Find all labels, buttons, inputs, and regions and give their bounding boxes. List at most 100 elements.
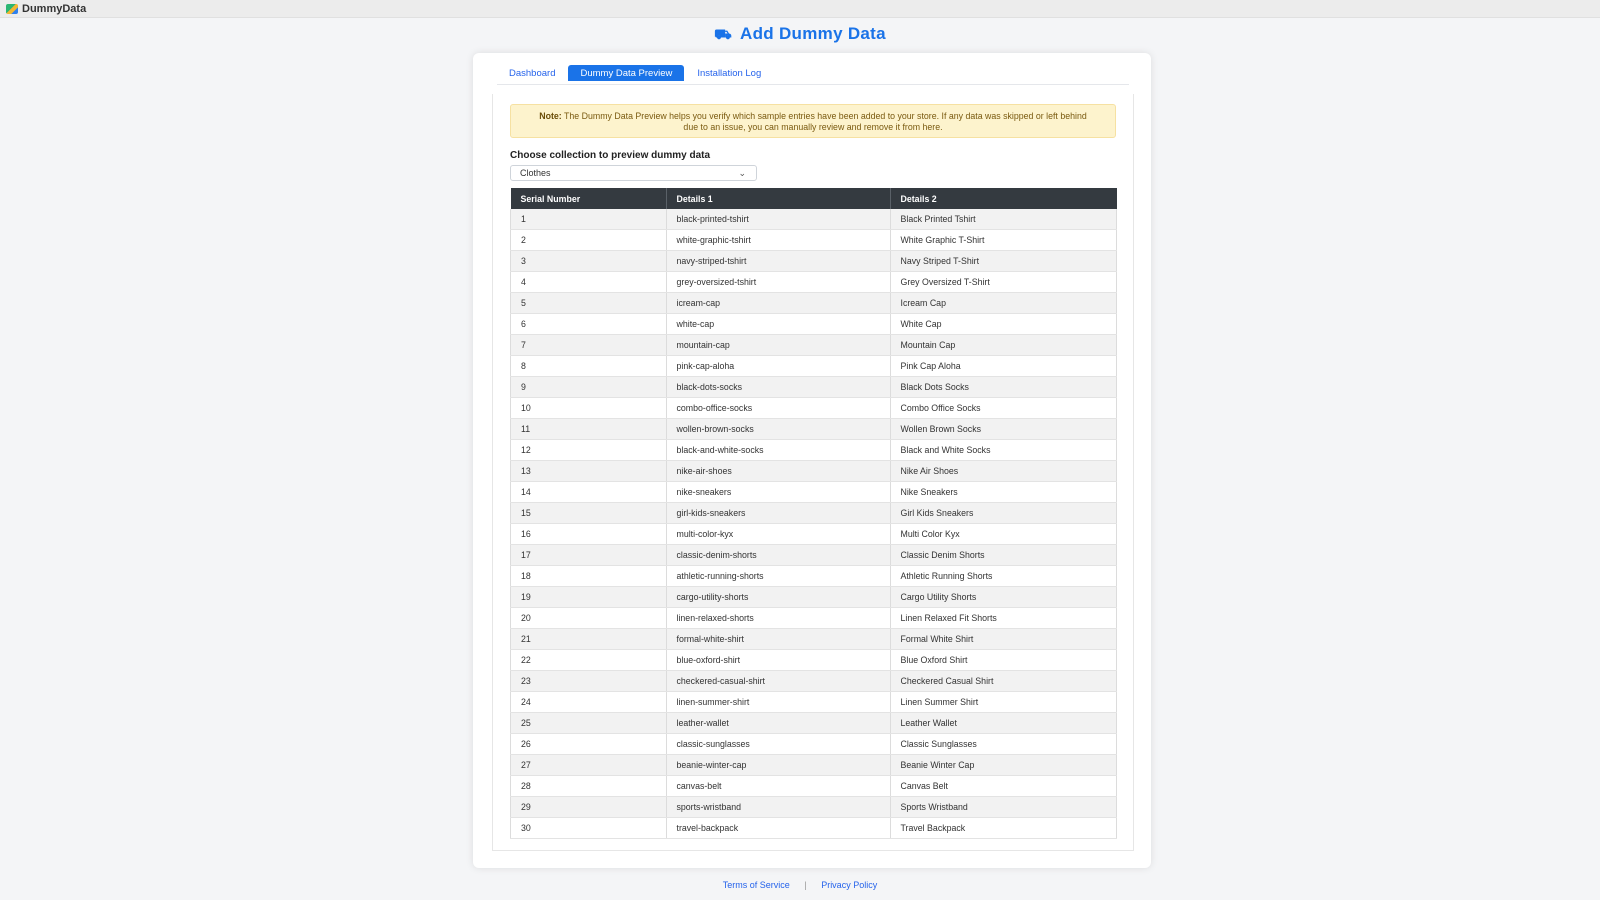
- cell-serial-number: 10: [510, 397, 667, 419]
- table-row: 10 combo-office-socks Combo Office Socks: [510, 397, 1117, 419]
- cell-details-2: Girl Kids Sneakers: [890, 502, 1117, 524]
- cell-details-2: Navy Striped T-Shirt: [890, 250, 1117, 272]
- table-row: 14 nike-sneakers Nike Sneakers: [510, 481, 1117, 503]
- cell-details-1: black-dots-socks: [666, 376, 891, 398]
- truck-icon: ⛟: [714, 26, 733, 42]
- table-row: 19 cargo-utility-shorts Cargo Utility Shor…: [510, 586, 1117, 608]
- table-row: 16 multi-color-kyx Multi Color Kyx: [510, 523, 1117, 545]
- table-row: 12 black-and-white-socks Black and White S…: [510, 439, 1117, 461]
- main-card: Dashboard Dummy Data Preview Installatio…: [473, 53, 1151, 868]
- tab-bar: Dashboard Dummy Data Preview Installatio…: [497, 65, 1129, 85]
- cell-details-1: multi-color-kyx: [666, 523, 891, 545]
- cell-details-1: wollen-brown-socks: [666, 418, 891, 440]
- column-header-details-2: Details 2: [890, 188, 1117, 209]
- table-row: 30 travel-backpack Travel Backpack: [510, 817, 1117, 839]
- cell-serial-number: 2: [510, 229, 667, 251]
- tab-installation-log[interactable]: Installation Log: [685, 65, 773, 81]
- table-row: 6 white-cap White Cap: [510, 313, 1117, 335]
- table-row: 13 nike-air-shoes Nike Air Shoes: [510, 460, 1117, 482]
- tab-dashboard[interactable]: Dashboard: [497, 65, 567, 81]
- cell-details-1: linen-summer-shirt: [666, 691, 891, 713]
- cell-details-2: White Cap: [890, 313, 1117, 335]
- table-body: 1 black-printed-tshirt Black Printed Tshir…: [510, 209, 1117, 839]
- cell-serial-number: 8: [510, 355, 667, 377]
- footer-separator: |: [804, 880, 807, 890]
- cell-serial-number: 11: [510, 418, 667, 440]
- cell-details-1: pink-cap-aloha: [666, 355, 891, 377]
- cell-details-1: mountain-cap: [666, 334, 891, 356]
- table-row: 26 classic-sunglasses Classic Sunglasses: [510, 733, 1117, 755]
- table-row: 22 blue-oxford-shirt Blue Oxford Shirt: [510, 649, 1117, 671]
- cell-details-1: sports-wristband: [666, 796, 891, 818]
- cell-details-1: white-cap: [666, 313, 891, 335]
- cell-details-2: Sports Wristband: [890, 796, 1117, 818]
- table-row: 7 mountain-cap Mountain Cap: [510, 334, 1117, 356]
- table-row: 27 beanie-winter-cap Beanie Winter Cap: [510, 754, 1117, 776]
- cell-serial-number: 24: [510, 691, 667, 713]
- note-alert: Note: The Dummy Data Preview helps you v…: [510, 104, 1116, 138]
- cell-details-2: Beanie Winter Cap: [890, 754, 1117, 776]
- column-header-details-1: Details 1: [666, 188, 891, 209]
- cell-details-2: Blue Oxford Shirt: [890, 649, 1117, 671]
- cell-details-2: Multi Color Kyx: [890, 523, 1117, 545]
- cell-serial-number: 28: [510, 775, 667, 797]
- table-row: 20 linen-relaxed-shorts Linen Relaxed Fit …: [510, 607, 1117, 629]
- app-name: DummyData: [22, 2, 87, 15]
- cell-details-2: Black Printed Tshirt: [890, 209, 1117, 230]
- privacy-policy-link[interactable]: Privacy Policy: [821, 880, 877, 890]
- cell-details-1: nike-sneakers: [666, 481, 891, 503]
- cell-details-2: Formal White Shirt: [890, 628, 1117, 650]
- cell-details-1: beanie-winter-cap: [666, 754, 891, 776]
- cell-details-2: Leather Wallet: [890, 712, 1117, 734]
- table-row: 1 black-printed-tshirt Black Printed Tshir…: [510, 209, 1117, 230]
- cell-serial-number: 1: [510, 209, 667, 230]
- cell-details-2: Black Dots Socks: [890, 376, 1117, 398]
- cell-details-2: Linen Summer Shirt: [890, 691, 1117, 713]
- cell-serial-number: 18: [510, 565, 667, 587]
- table-row: 11 wollen-brown-socks Wollen Brown Socks: [510, 418, 1117, 440]
- table-row: 28 canvas-belt Canvas Belt: [510, 775, 1117, 797]
- cell-details-2: Nike Sneakers: [890, 481, 1117, 503]
- cell-details-1: cargo-utility-shorts: [666, 586, 891, 608]
- table-row: 15 girl-kids-sneakers Girl Kids Sneakers: [510, 502, 1117, 524]
- cell-details-2: Wollen Brown Socks: [890, 418, 1117, 440]
- collection-select-value: Clothes: [520, 168, 551, 178]
- cell-details-2: Classic Sunglasses: [890, 733, 1117, 755]
- cell-serial-number: 21: [510, 628, 667, 650]
- table-row: 17 classic-denim-shorts Classic Denim Shor…: [510, 544, 1117, 566]
- page-title-text: Add Dummy Data: [740, 24, 886, 43]
- collection-select[interactable]: Clothes ⌄: [510, 165, 757, 181]
- cell-details-1: leather-wallet: [666, 712, 891, 734]
- table-row: 29 sports-wristband Sports Wristband: [510, 796, 1117, 818]
- tab-dummy-data-preview[interactable]: Dummy Data Preview: [568, 65, 685, 81]
- cell-details-2: White Graphic T-Shirt: [890, 229, 1117, 251]
- cell-details-2: Canvas Belt: [890, 775, 1117, 797]
- collection-label: Choose collection to preview dummy data: [510, 150, 711, 161]
- dummy-data-table: Serial Number Details 1 Details 2 1 black…: [510, 188, 1117, 839]
- table-row: 8 pink-cap-aloha Pink Cap Aloha: [510, 355, 1117, 377]
- app-titlebar: DummyData: [0, 0, 1600, 18]
- cell-details-1: classic-denim-shorts: [666, 544, 891, 566]
- cell-details-1: girl-kids-sneakers: [666, 502, 891, 524]
- terms-of-service-link[interactable]: Terms of Service: [723, 880, 790, 890]
- cell-serial-number: 14: [510, 481, 667, 503]
- page-title: ⛟ Add Dummy Data: [0, 24, 1600, 45]
- cell-details-2: Mountain Cap: [890, 334, 1117, 356]
- cell-serial-number: 9: [510, 376, 667, 398]
- cell-serial-number: 25: [510, 712, 667, 734]
- cell-details-2: Icream Cap: [890, 292, 1117, 314]
- cell-serial-number: 20: [510, 607, 667, 629]
- table-row: 18 athletic-running-shorts Athletic Runnin…: [510, 565, 1117, 587]
- cell-details-1: icream-cap: [666, 292, 891, 314]
- cell-serial-number: 5: [510, 292, 667, 314]
- table-row: 2 white-graphic-tshirt White Graphic T-Shi…: [510, 229, 1117, 251]
- cell-details-2: Black and White Socks: [890, 439, 1117, 461]
- cell-details-1: combo-office-socks: [666, 397, 891, 419]
- note-label: Note:: [539, 111, 562, 121]
- cell-details-1: canvas-belt: [666, 775, 891, 797]
- cell-details-1: formal-white-shirt: [666, 628, 891, 650]
- cell-details-2: Linen Relaxed Fit Shorts: [890, 607, 1117, 629]
- table-row: 25 leather-wallet Leather Wallet: [510, 712, 1117, 734]
- cell-serial-number: 27: [510, 754, 667, 776]
- footer: Terms of Service | Privacy Policy: [0, 880, 1600, 890]
